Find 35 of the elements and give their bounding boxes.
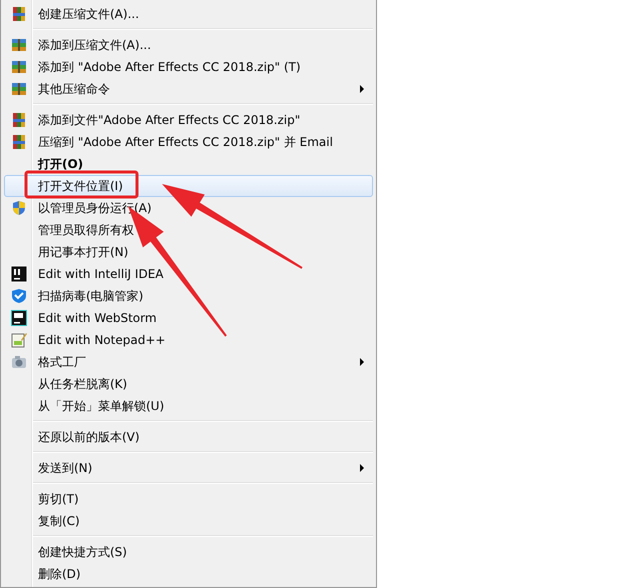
menu-item[interactable]: 从「开始」菜单解锁(U) bbox=[4, 395, 373, 417]
books-icon bbox=[11, 6, 27, 22]
books-icon bbox=[11, 37, 27, 53]
menu-item[interactable]: Edit with WebStorm bbox=[4, 307, 373, 329]
dark-square-icon bbox=[11, 266, 27, 282]
menu-item[interactable]: 添加到文件"Adobe After Effects CC 2018.zip" bbox=[4, 109, 373, 131]
books-icon bbox=[11, 59, 27, 75]
notepad-icon bbox=[11, 332, 27, 348]
menu-item[interactable]: 添加到压缩文件(A)... bbox=[4, 34, 373, 56]
camera-icon bbox=[11, 354, 27, 370]
menu-item[interactable]: 删除(D) bbox=[4, 563, 373, 585]
menu-item[interactable]: 扫描病毒(电脑管家) bbox=[4, 285, 373, 307]
dark-square-icon bbox=[11, 310, 27, 326]
menu-item[interactable]: 打开(O) bbox=[4, 153, 373, 175]
menu-item[interactable]: 格式工厂 bbox=[4, 351, 373, 373]
menu-item[interactable]: 剪切(T) bbox=[4, 488, 373, 510]
menu-item[interactable]: 添加到 "Adobe After Effects CC 2018.zip" (T) bbox=[4, 56, 373, 78]
menu-item[interactable]: 发送到(N) bbox=[4, 457, 373, 479]
books-icon bbox=[11, 134, 27, 150]
menu-item[interactable]: 管理员取得所有权 bbox=[4, 219, 373, 241]
menu-item[interactable]: 压缩到 "Adobe After Effects CC 2018.zip" 并 Email bbox=[4, 131, 373, 153]
menu-item[interactable]: 从任务栏脱离(K) bbox=[4, 373, 373, 395]
shield-icon bbox=[11, 200, 27, 216]
menu-item[interactable]: 用记事本打开(N) bbox=[4, 241, 373, 263]
menu-item[interactable]: 复制(C) bbox=[4, 510, 373, 532]
menu-item[interactable]: 其他压缩命令 bbox=[4, 78, 373, 100]
menu-item[interactable]: Edit with IntelliJ IDEA bbox=[4, 263, 373, 285]
books-icon bbox=[11, 81, 27, 97]
menu-item[interactable]: 还原以前的版本(V) bbox=[4, 426, 373, 448]
shield-check-icon bbox=[11, 288, 27, 304]
books-icon bbox=[11, 112, 27, 128]
menu-item[interactable]: 创建压缩文件(A)... bbox=[4, 3, 373, 25]
menu-item[interactable]: 创建快捷方式(S) bbox=[4, 541, 373, 563]
menu-item[interactable]: Edit with Notepad++ bbox=[4, 329, 373, 351]
menu-item[interactable]: 打开文件位置(I) bbox=[4, 175, 373, 197]
